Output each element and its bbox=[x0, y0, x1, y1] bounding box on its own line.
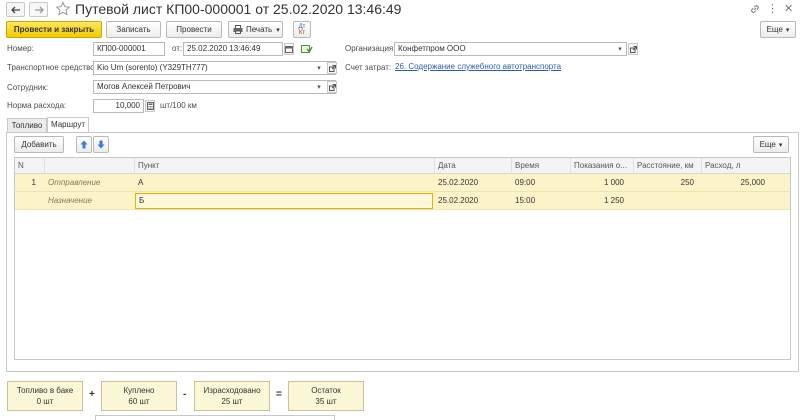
row-number: 1 bbox=[31, 178, 36, 187]
more-label: Еще bbox=[759, 140, 776, 149]
link-icon[interactable] bbox=[749, 3, 761, 15]
minus-operator: - bbox=[183, 389, 187, 400]
point-type: Отправление bbox=[48, 178, 101, 187]
printer-icon bbox=[233, 25, 243, 34]
kt-label: Кт bbox=[298, 29, 306, 36]
table-row[interactable]: 1 Отправление А 25.02.2020 09:00 1 000 2… bbox=[15, 174, 790, 192]
summary-label: Остаток bbox=[311, 386, 341, 395]
organization-field[interactable]: Конфетпром ООО bbox=[394, 42, 627, 56]
dropdown-arrow-icon[interactable]: ▾ bbox=[314, 81, 324, 93]
distance-cell[interactable]: 250 bbox=[634, 174, 697, 192]
summary-label: Куплено bbox=[123, 386, 155, 395]
tab-fuel[interactable]: Топливо bbox=[7, 118, 47, 132]
employee-field[interactable]: Могов Алексей Петрович bbox=[93, 80, 336, 94]
route-table: N Пункт Дата Время Показания о... Рассто… bbox=[14, 157, 791, 360]
time-cell[interactable]: 09:00 bbox=[512, 174, 571, 192]
arrow-down-icon bbox=[97, 140, 105, 149]
summary-value: 35 шт bbox=[315, 397, 337, 406]
dropdown-arrow-icon[interactable]: ▾ bbox=[314, 62, 324, 74]
equals-operator: = bbox=[276, 389, 282, 400]
forward-button[interactable] bbox=[29, 2, 48, 17]
column-header-point[interactable]: Пункт bbox=[135, 158, 435, 174]
status-flag-icon[interactable] bbox=[301, 44, 313, 54]
column-header-odometer[interactable]: Показания о... bbox=[571, 158, 634, 174]
column-header-distance[interactable]: Расстояние, км bbox=[634, 158, 702, 174]
odometer-cell[interactable]: 1 250 bbox=[571, 192, 627, 210]
organization-label: Организация: bbox=[345, 44, 396, 53]
column-header-n[interactable]: N bbox=[15, 158, 45, 174]
point-cell[interactable]: А bbox=[135, 174, 435, 192]
point-cell-editing[interactable]: Б bbox=[135, 193, 433, 209]
summary-purchased: Куплено 60 шт bbox=[101, 381, 177, 411]
open-link-icon[interactable] bbox=[628, 43, 638, 55]
summary-label: Топливо в баке bbox=[16, 386, 74, 395]
employee-label: Сотрудник: bbox=[7, 83, 49, 92]
move-up-button[interactable] bbox=[76, 136, 92, 153]
date-cell[interactable]: 25.02.2020 bbox=[435, 174, 512, 192]
column-header-type[interactable] bbox=[45, 158, 135, 174]
close-icon[interactable]: ✕ bbox=[784, 2, 796, 16]
plus-operator: + bbox=[89, 389, 95, 400]
arrow-up-icon bbox=[80, 140, 88, 149]
column-header-time[interactable]: Время bbox=[512, 158, 571, 174]
calculator-icon[interactable] bbox=[145, 100, 155, 112]
print-label: Печать bbox=[246, 25, 273, 34]
number-label: Номер: bbox=[7, 44, 34, 53]
dropdown-arrow-icon: ▾ bbox=[785, 26, 790, 34]
menu-dots-icon[interactable]: ⋮ bbox=[767, 2, 779, 16]
arrow-right-icon bbox=[34, 6, 44, 13]
summary-value: 60 шт bbox=[128, 397, 150, 406]
summary-value: 0 шт bbox=[36, 397, 54, 406]
vehicle-label: Транспортное средство: bbox=[7, 63, 97, 72]
distance-cell[interactable] bbox=[634, 192, 697, 210]
arrow-left-icon bbox=[10, 6, 20, 13]
add-button[interactable]: Добавить bbox=[14, 136, 64, 153]
date-field[interactable]: 25.02.2020 13:46:49 bbox=[183, 42, 283, 56]
number-field[interactable]: КП00-000001 bbox=[93, 42, 165, 56]
post-and-close-button[interactable]: Провести и закрыть bbox=[6, 21, 102, 38]
consumption-cell[interactable]: 25,000 bbox=[702, 174, 768, 192]
tab-route[interactable]: Маршрут bbox=[47, 117, 89, 132]
save-button[interactable]: Записать bbox=[106, 21, 161, 38]
cost-account-link[interactable]: 26. Содержание служебного автотранспорта bbox=[395, 61, 561, 73]
post-button[interactable]: Провести bbox=[166, 21, 222, 38]
print-button[interactable]: Печать ▾ bbox=[228, 21, 283, 38]
page-title: Путевой лист КП00-000001 от 25.02.2020 1… bbox=[75, 1, 402, 17]
dropdown-arrow-icon: ▾ bbox=[276, 26, 280, 34]
cost-account-label: Счет затрат: bbox=[345, 63, 392, 72]
more-button[interactable]: Еще ▾ bbox=[760, 21, 796, 38]
summary-fuel-in-tank: Топливо в баке 0 шт bbox=[7, 381, 83, 411]
dropdown-arrow-icon: ▾ bbox=[778, 141, 783, 149]
summary-remainder: Остаток 35 шт bbox=[288, 381, 364, 411]
comment-field[interactable] bbox=[95, 415, 335, 420]
move-down-button[interactable] bbox=[93, 136, 109, 153]
time-cell[interactable]: 15:00 bbox=[512, 192, 571, 210]
back-button[interactable] bbox=[6, 2, 25, 17]
date-cell[interactable]: 25.02.2020 bbox=[435, 192, 512, 210]
dt-kt-button[interactable]: Дт Кт bbox=[293, 21, 311, 38]
dropdown-arrow-icon[interactable]: ▾ bbox=[615, 43, 625, 55]
consumption-norm-field[interactable]: 10,000 bbox=[93, 99, 144, 113]
calendar-icon[interactable] bbox=[284, 43, 294, 55]
consumption-cell[interactable] bbox=[702, 192, 768, 210]
open-link-icon[interactable] bbox=[327, 81, 337, 93]
more-label: Еще bbox=[766, 25, 783, 34]
row-number bbox=[15, 192, 39, 210]
summary-consumed: Израсходовано 25 шт bbox=[194, 381, 270, 411]
norm-unit-label: шт/100 км bbox=[160, 101, 197, 110]
table-row[interactable]: Назначение Б 25.02.2020 15:00 1 250 bbox=[15, 192, 790, 210]
route-more-button[interactable]: Еще ▾ bbox=[753, 136, 789, 153]
odometer-cell[interactable]: 1 000 bbox=[571, 174, 627, 192]
open-link-icon[interactable] bbox=[327, 62, 337, 74]
column-header-date[interactable]: Дата bbox=[435, 158, 512, 174]
vehicle-field[interactable]: Kio Um (sorento) (Y329TH777) bbox=[93, 61, 336, 75]
point-type: Назначение bbox=[48, 196, 92, 205]
summary-label: Израсходовано bbox=[203, 386, 261, 395]
consumption-norm-label: Норма расхода: bbox=[7, 101, 67, 110]
column-header-consumption[interactable]: Расход, л bbox=[702, 158, 790, 174]
date-label: от: bbox=[172, 44, 183, 53]
favorite-star-icon[interactable] bbox=[55, 1, 71, 17]
summary-value: 25 шт bbox=[221, 397, 243, 406]
